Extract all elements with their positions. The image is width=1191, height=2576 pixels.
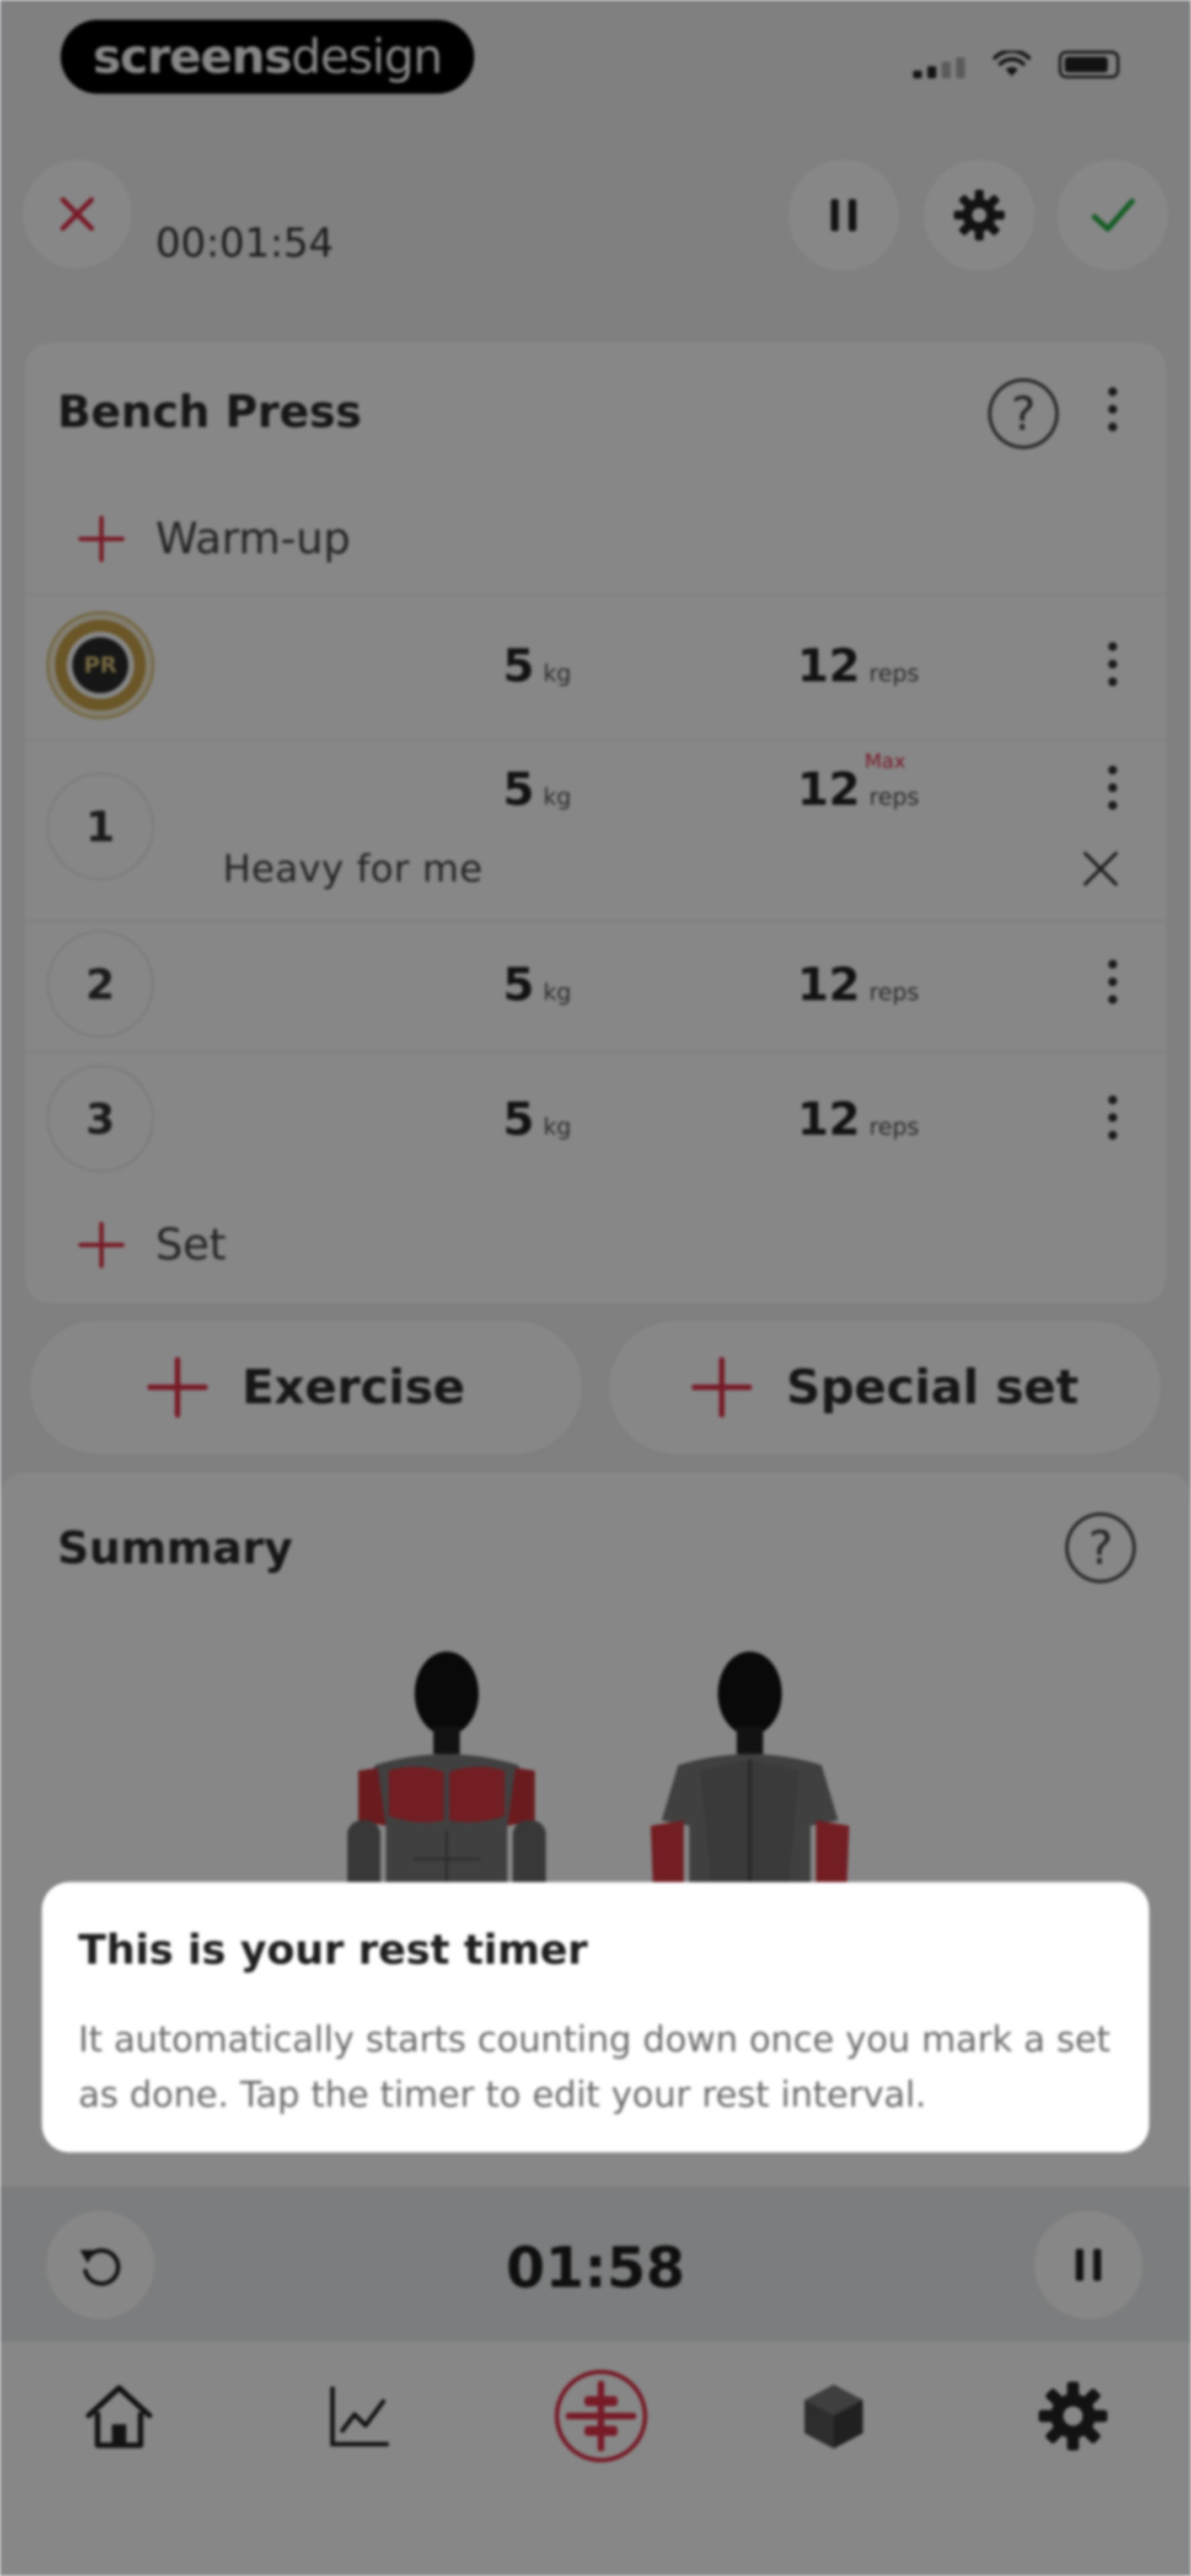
exercise-menu-icon[interactable] — [1102, 387, 1124, 431]
set-reps[interactable]: 12 reps — [797, 640, 919, 692]
set-weight[interactable]: 5 kg — [503, 959, 571, 1011]
add-exercise-button[interactable]: Exercise — [28, 1318, 584, 1456]
check-icon — [1092, 199, 1135, 232]
add-exercise-label: Exercise — [242, 1360, 465, 1415]
weight-unit: kg — [543, 660, 572, 687]
weight-value: 5 — [503, 1093, 535, 1146]
weight-unit: kg — [543, 783, 572, 810]
brand-logo: screens design — [61, 20, 474, 94]
divider — [25, 920, 1166, 922]
rest-timer-value[interactable]: 01:58 — [0, 2235, 1191, 2301]
divider — [25, 594, 1166, 595]
summary-title: Summary — [57, 1522, 293, 1574]
workout-elapsed-time: 00:01:54 — [155, 220, 334, 266]
weight-value: 5 — [503, 959, 535, 1011]
add-set-button[interactable]: Set — [78, 1220, 226, 1270]
tooltip-title: This is your rest timer — [78, 1926, 588, 1974]
set-reps[interactable]: 12 reps — [797, 763, 919, 816]
divider — [25, 739, 1166, 741]
exercise-title: Bench Press — [57, 386, 362, 437]
set-menu-icon[interactable] — [1102, 766, 1124, 810]
brand-light-text: design — [291, 29, 443, 84]
nav-workout[interactable] — [551, 2366, 651, 2466]
finish-workout-button[interactable] — [1058, 160, 1168, 270]
workout-icon — [555, 2370, 647, 2462]
pause-rest-timer-button[interactable] — [1034, 2211, 1142, 2319]
plus-icon — [78, 516, 125, 562]
nav-settings[interactable] — [1029, 2372, 1117, 2460]
cube-icon — [804, 2385, 863, 2449]
reps-value: 12 — [797, 763, 861, 816]
reps-unit: reps — [869, 1113, 919, 1140]
set-menu-icon[interactable] — [1102, 960, 1124, 1004]
exercise-help-icon[interactable]: ? — [988, 378, 1059, 449]
summary-help-icon[interactable]: ? — [1065, 1513, 1136, 1583]
plus-icon — [78, 1222, 125, 1268]
reps-unit: reps — [869, 979, 919, 1006]
weight-value: 5 — [503, 763, 535, 816]
wifi-icon — [993, 51, 1031, 76]
status-icons — [913, 51, 1119, 78]
reps-unit: reps — [869, 783, 919, 810]
divider — [25, 1051, 1166, 1053]
set-note[interactable]: Heavy for me — [223, 847, 483, 891]
reps-value: 12 — [797, 959, 861, 1011]
set-reps[interactable]: 12 reps — [797, 959, 919, 1011]
nav-home[interactable] — [75, 2372, 163, 2460]
brand-bold-text: screens — [93, 29, 293, 84]
tooltip-body: It automatically starts counting down on… — [78, 2019, 1110, 2115]
reps-unit: reps — [869, 660, 919, 687]
battery-icon — [1059, 51, 1119, 78]
set-number-badge[interactable]: 1 — [46, 772, 154, 880]
set-number-badge[interactable]: 3 — [46, 1065, 154, 1173]
add-warmup-button[interactable]: Warm-up — [78, 514, 351, 564]
pr-badge: PR — [46, 611, 154, 719]
pause-icon — [831, 199, 856, 231]
set-menu-icon[interactable] — [1102, 642, 1124, 686]
add-warmup-label: Warm-up — [155, 514, 351, 564]
plus-icon — [147, 1357, 208, 1418]
pause-workout-button[interactable] — [788, 160, 899, 270]
remove-note-icon[interactable] — [1079, 847, 1123, 891]
set-weight[interactable]: 5 kg — [503, 763, 571, 816]
add-special-set-label: Special set — [786, 1360, 1079, 1415]
plus-icon — [691, 1357, 752, 1418]
set-weight[interactable]: 5 kg — [503, 1093, 571, 1146]
reps-value: 12 — [797, 640, 861, 692]
weight-unit: kg — [543, 979, 572, 1006]
settings-icon — [1038, 2381, 1108, 2451]
weight-unit: kg — [543, 1113, 572, 1140]
close-workout-button[interactable] — [23, 160, 131, 268]
set-weight[interactable]: 5 kg — [503, 640, 571, 692]
close-icon — [60, 197, 94, 231]
nav-stats[interactable] — [314, 2372, 403, 2460]
signal-icon — [913, 57, 965, 78]
set-reps[interactable]: 12 reps — [797, 1093, 919, 1146]
home-icon — [86, 2385, 152, 2448]
workout-settings-button[interactable] — [924, 160, 1034, 270]
weight-value: 5 — [503, 640, 535, 692]
rest-timer-tooltip[interactable]: This is your rest timer It automatically… — [42, 1882, 1149, 2152]
set-menu-icon[interactable] — [1102, 1095, 1124, 1140]
set-number-badge[interactable]: 2 — [46, 930, 154, 1038]
reps-value: 12 — [797, 1093, 861, 1146]
nav-library[interactable] — [790, 2372, 878, 2460]
exercise-card — [25, 343, 1166, 1303]
add-set-label: Set — [155, 1220, 227, 1270]
gear-icon — [954, 190, 1005, 241]
app-screen: screens design 00:01:54 Bench Press ? Wa… — [0, 0, 1191, 2576]
pause-icon — [1076, 2249, 1101, 2281]
chart-icon — [330, 2387, 389, 2446]
add-special-set-button[interactable]: Special set — [607, 1318, 1163, 1456]
